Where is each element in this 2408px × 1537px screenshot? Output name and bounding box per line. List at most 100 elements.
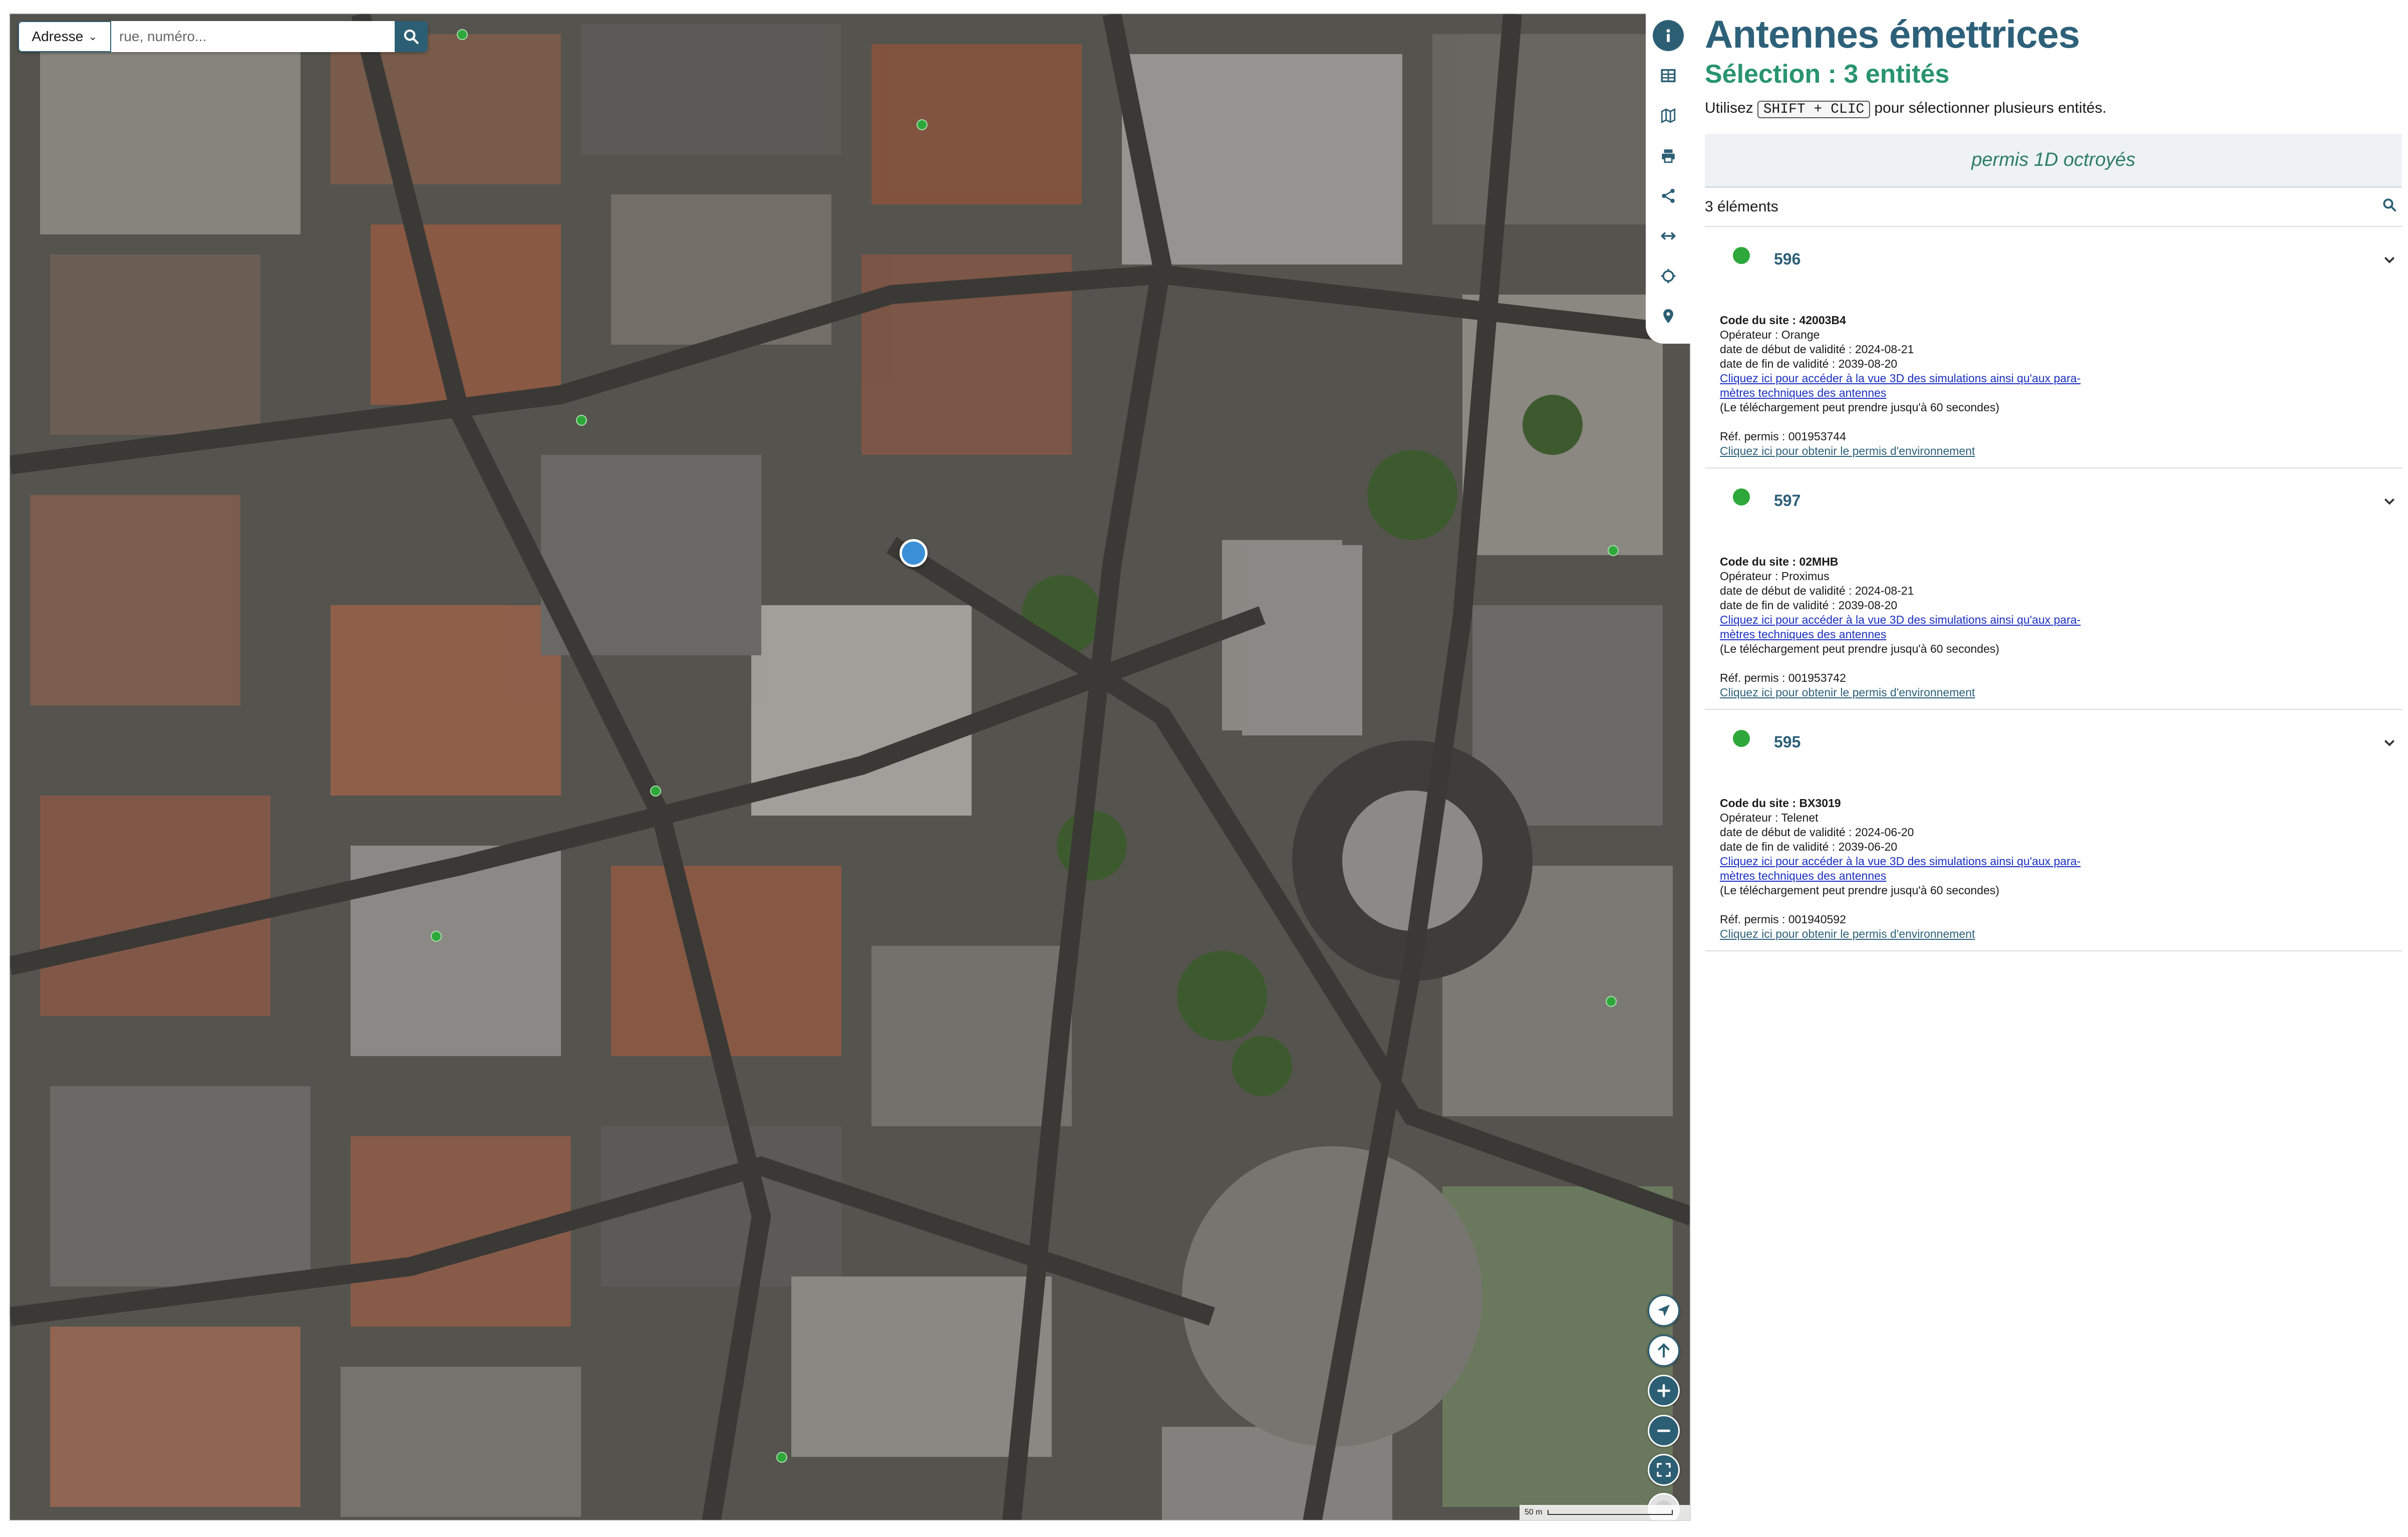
operator-label: Opérateur : xyxy=(1720,811,1778,824)
ref-label: Réf. permis : xyxy=(1720,913,1785,926)
info-tool-button[interactable] xyxy=(1653,20,1684,51)
address-input[interactable] xyxy=(111,21,395,52)
start-label: date de début de validité : xyxy=(1720,826,1852,839)
pin-tool-button[interactable] xyxy=(1653,301,1684,332)
start-label: date de début de validité : xyxy=(1720,584,1852,597)
table-tool-button[interactable] xyxy=(1653,60,1684,91)
permit-ref: 001953742 xyxy=(1788,671,1846,684)
measure-icon xyxy=(1661,232,1676,240)
address-search: Adresse ⌄ xyxy=(18,21,428,52)
map-tool-button[interactable] xyxy=(1653,100,1684,131)
search-mode-select[interactable]: Adresse ⌄ xyxy=(18,21,111,52)
scale-bar: 50 m xyxy=(1520,1505,1690,1520)
locate-icon xyxy=(1658,1305,1670,1317)
end-label: date de fin de validité : xyxy=(1720,840,1836,853)
measure-tool-button[interactable] xyxy=(1653,220,1684,251)
feature-id: 596 xyxy=(1774,249,1801,268)
compass-north-icon xyxy=(1658,1343,1670,1358)
search-button[interactable] xyxy=(395,21,428,52)
selected-location-marker[interactable] xyxy=(899,539,928,567)
compass-button[interactable] xyxy=(1648,1335,1680,1367)
view-3d-link[interactable]: Cliquez ici pour accéder à la vue 3D des… xyxy=(1720,372,2080,399)
download-note: (Le téléchargement peut prendre jusqu'à … xyxy=(1720,642,2000,655)
info-icon xyxy=(1666,29,1670,42)
antenna-marker[interactable] xyxy=(917,119,928,130)
chevron-down-icon xyxy=(2384,498,2395,505)
site-code: 42003B4 xyxy=(1799,314,1846,327)
feature-item: 597 Code du site : 02MHB Opérateur : Pro… xyxy=(1705,468,2402,710)
view-3d-link[interactable]: Cliquez ici pour accéder à la vue 3D des… xyxy=(1720,613,2080,641)
site-code-label: Code du site : xyxy=(1720,555,1796,568)
feature-item: 595 Code du site : BX3019 Opérateur : Te… xyxy=(1705,710,2402,951)
feature-header[interactable]: 596 xyxy=(1705,227,2402,291)
start-date: 2024-08-21 xyxy=(1855,343,1914,356)
panel-title: Antennes émettrices xyxy=(1705,12,2080,56)
selection-count: Sélection : 3 entités xyxy=(1705,60,1950,89)
antenna-marker[interactable] xyxy=(431,931,442,942)
search-icon xyxy=(2383,198,2396,212)
antenna-marker[interactable] xyxy=(1608,545,1619,556)
operator-label: Opérateur : xyxy=(1720,570,1778,583)
environment-permit-link[interactable]: Cliquez ici pour obtenir le permis d'env… xyxy=(1720,686,1975,699)
feature-symbol xyxy=(1733,488,1750,505)
environment-permit-link[interactable]: Cliquez ici pour obtenir le permis d'env… xyxy=(1720,444,1975,457)
site-code-label: Code du site : xyxy=(1720,797,1796,810)
operator: Telenet xyxy=(1781,811,1819,824)
antenna-marker[interactable] xyxy=(650,786,661,797)
fullscreen-button[interactable] xyxy=(1648,1454,1680,1486)
table-icon xyxy=(1661,69,1676,83)
feature-id: 597 xyxy=(1774,491,1801,509)
layer-header: permis 1D octroyés xyxy=(1705,134,2402,188)
aerial-imagery xyxy=(10,14,1690,1520)
operator-label: Opérateur : xyxy=(1720,328,1778,341)
zoom-in-button[interactable] xyxy=(1648,1375,1680,1407)
search-icon xyxy=(404,29,419,44)
crosshair-tool-button[interactable] xyxy=(1653,261,1684,292)
end-label: date de fin de validité : xyxy=(1720,357,1836,370)
zoom-in-icon xyxy=(1657,1384,1670,1397)
end-label: date de fin de validité : xyxy=(1720,599,1836,612)
feature-details: Code du site : 02MHB Opérateur : Proximu… xyxy=(1705,555,2402,700)
view-3d-link[interactable]: Cliquez ici pour accéder à la vue 3D des… xyxy=(1720,855,2080,882)
feature-details: Code du site : BX3019 Opérateur : Telene… xyxy=(1705,796,2402,941)
shortcut-key: SHIFT + CLIC xyxy=(1757,101,1871,118)
print-tool-button[interactable] xyxy=(1653,140,1684,171)
hint-text-before: Utilisez xyxy=(1705,100,1753,116)
ref-label: Réf. permis : xyxy=(1720,430,1785,443)
start-date: 2024-06-20 xyxy=(1855,826,1914,839)
site-code: 02MHB xyxy=(1799,555,1839,568)
environment-permit-link[interactable]: Cliquez ici pour obtenir le permis d'env… xyxy=(1720,927,1975,940)
permit-ref: 001953744 xyxy=(1788,430,1846,443)
end-date: 2039-08-20 xyxy=(1838,357,1898,370)
zoom-out-button[interactable] xyxy=(1648,1415,1680,1447)
result-count-row: 3 éléments xyxy=(1705,188,2402,227)
feature-details: Code du site : 42003B4 Opérateur : Orang… xyxy=(1705,313,2402,458)
antenna-marker[interactable] xyxy=(1606,996,1617,1007)
print-icon xyxy=(1662,149,1675,163)
scale-label: 50 m xyxy=(1525,1508,1543,1516)
map-view[interactable]: Adresse ⌄ 50 m xyxy=(9,13,1691,1521)
share-tool-button[interactable] xyxy=(1653,180,1684,211)
locate-button[interactable] xyxy=(1648,1295,1680,1327)
zoom-out-icon xyxy=(1657,1429,1670,1432)
operator: Proximus xyxy=(1781,570,1830,583)
chevron-down-icon xyxy=(2384,739,2395,746)
layer-name: permis 1D octroyés xyxy=(1971,149,2136,170)
search-mode-label: Adresse xyxy=(32,29,84,44)
pin-icon xyxy=(1663,309,1673,324)
map-icon xyxy=(1661,108,1676,124)
antenna-marker[interactable] xyxy=(776,1452,787,1463)
site-code: BX3019 xyxy=(1799,797,1841,810)
operator: Orange xyxy=(1781,328,1820,341)
result-count: 3 éléments xyxy=(1705,198,1778,215)
start-label: date de début de validité : xyxy=(1720,343,1852,356)
chevron-down-icon: ⌄ xyxy=(88,30,98,43)
feature-header[interactable]: 597 xyxy=(1705,468,2402,533)
fullscreen-icon xyxy=(1657,1463,1671,1477)
filter-search-button[interactable] xyxy=(2382,197,2397,216)
antenna-marker[interactable] xyxy=(457,29,468,40)
ref-label: Réf. permis : xyxy=(1720,671,1785,684)
end-date: 2039-06-20 xyxy=(1838,840,1898,853)
feature-header[interactable]: 595 xyxy=(1705,710,2402,774)
antenna-marker[interactable] xyxy=(576,415,587,426)
